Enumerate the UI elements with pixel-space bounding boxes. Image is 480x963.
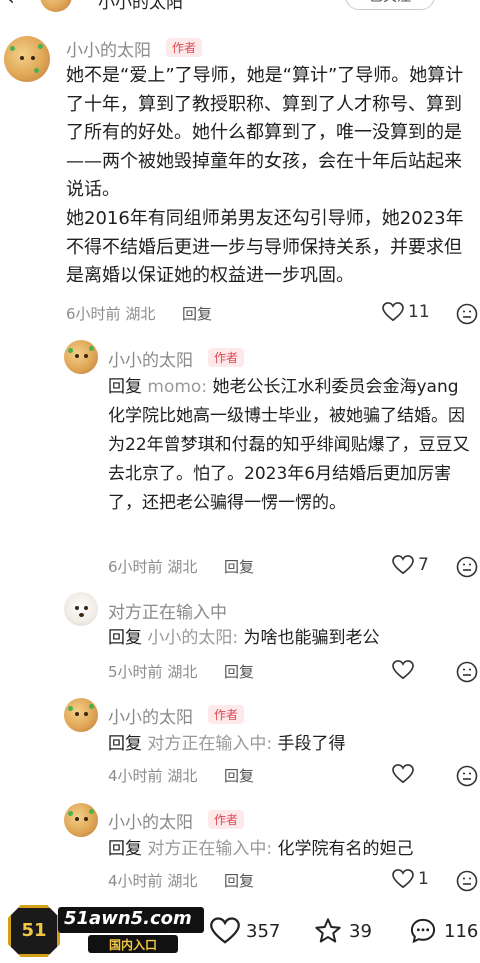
- comment-time: 6小时前 湖北: [66, 305, 156, 323]
- author-badge: 作者: [208, 810, 245, 829]
- watermark-domain-box: 51awn5.com: [58, 907, 204, 933]
- author-badge: 作者: [208, 705, 245, 724]
- comment-paragraph: 她2016年有同组师弟男友还勾引导师，她2023年不得不结婚后更进一步与导师保持…: [66, 208, 464, 286]
- comment-time: 4小时前 湖北: [108, 767, 198, 785]
- watermark: 51 51awn5.com 国内入口: [4, 903, 204, 959]
- mention: 对方正在输入中:: [147, 734, 273, 754]
- author-badge: 作者: [208, 348, 245, 367]
- author-avatar[interactable]: [64, 340, 98, 374]
- author-name[interactable]: 小小的太阳: [108, 808, 193, 833]
- watermark-sub: 国内入口: [108, 938, 157, 952]
- dislike-icon[interactable]: [456, 765, 478, 787]
- author-name[interactable]: 小小的太阳: [108, 346, 193, 371]
- heart-icon: [382, 302, 404, 322]
- watermark-sub-box: 国内入口: [88, 935, 178, 953]
- like-button[interactable]: 7: [392, 555, 429, 575]
- reply-button[interactable]: 回复: [224, 556, 254, 577]
- header-avatar: [40, 0, 72, 12]
- back-icon[interactable]: ‹: [6, 0, 15, 11]
- dislike-icon[interactable]: [456, 661, 478, 683]
- follow-button[interactable]: 已关注: [345, 0, 435, 10]
- bottom-bar: 51 51awn5.com 国内入口 357 39 116: [0, 903, 480, 963]
- watermark-domain: 51awn5.com: [64, 908, 192, 929]
- bottom-star-button[interactable]: 39: [313, 917, 372, 945]
- comment-location: 湖北: [125, 305, 156, 323]
- heart-icon: [392, 555, 414, 575]
- comment-time: 5小时前 湖北: [108, 663, 198, 681]
- reply-text: 回复 对方正在输入中: 化学院有名的妲己: [108, 839, 414, 859]
- bottom-like-button[interactable]: 357: [210, 917, 280, 945]
- like-button[interactable]: [392, 764, 414, 784]
- dislike-icon[interactable]: [456, 303, 478, 325]
- reply-button[interactable]: 回复: [182, 303, 212, 324]
- like-count: 7: [418, 555, 429, 575]
- mention: momo:: [147, 377, 208, 397]
- reply-button[interactable]: 回复: [224, 765, 254, 786]
- like-button[interactable]: 1: [392, 869, 429, 889]
- dislike-icon[interactable]: [456, 556, 478, 578]
- mention: 对方正在输入中:: [147, 839, 273, 859]
- bottom-comment-button[interactable]: 116: [408, 917, 478, 945]
- heart-icon: [210, 917, 240, 944]
- comment-icon: [410, 918, 436, 944]
- watermark-logo: 51: [8, 905, 60, 957]
- author-name[interactable]: 小小的太阳: [66, 36, 151, 61]
- author-avatar[interactable]: [4, 36, 50, 82]
- reply-text: 回复 momo: 她老公长江水利委员会金海yang化学院比她高一级博士毕业，被她…: [108, 377, 470, 513]
- top-header: ‹ 小小的太阳 已关注 ➦: [0, 0, 480, 14]
- bottom-like-count: 357: [246, 920, 281, 942]
- dislike-icon[interactable]: [456, 870, 478, 892]
- heart-icon: [392, 764, 414, 784]
- reply-text: 回复 小小的太阳: 为啥也能骗到老公: [108, 628, 380, 648]
- reply-text: 回复 对方正在输入中: 手段了得: [108, 734, 346, 754]
- comment-time: 4小时前 湖北: [108, 872, 198, 890]
- author-name[interactable]: 小小的太阳: [108, 703, 193, 728]
- like-count: 11: [408, 302, 430, 322]
- mention: 小小的太阳:: [147, 628, 239, 648]
- comment-paragraph: 她不是“爱上”了导师，她是“算计”了导师。她算计了十年，算到了教授职称、算到了人…: [66, 65, 464, 200]
- author-avatar[interactable]: [64, 592, 98, 626]
- like-button[interactable]: [392, 660, 414, 680]
- like-button[interactable]: 11: [382, 302, 430, 322]
- reply-button[interactable]: 回复: [224, 661, 254, 682]
- comment-time: 6小时前 湖北: [108, 558, 198, 576]
- author-badge: 作者: [166, 38, 203, 57]
- bottom-star-count: 39: [349, 920, 372, 942]
- author-avatar[interactable]: [64, 698, 98, 732]
- like-count: 1: [418, 869, 429, 889]
- heart-icon: [392, 660, 414, 680]
- header-title: 小小的太阳: [98, 0, 183, 13]
- heart-icon: [392, 869, 414, 889]
- bottom-comment-count: 116: [444, 920, 479, 942]
- author-name[interactable]: 对方正在输入中: [108, 598, 227, 623]
- star-icon: [315, 918, 341, 943]
- share-icon[interactable]: ➦: [450, 0, 465, 7]
- author-avatar[interactable]: [64, 803, 98, 837]
- reply-button[interactable]: 回复: [224, 870, 254, 891]
